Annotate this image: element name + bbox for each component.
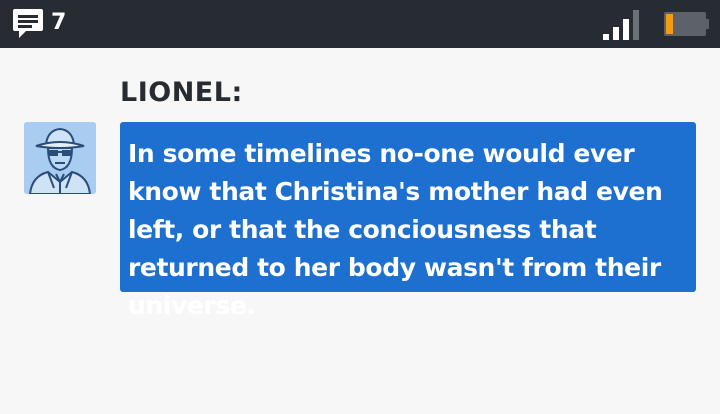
status-bar: 7: [0, 0, 720, 48]
signal-strength-icon: [603, 10, 639, 40]
character-portrait-icon: [24, 122, 96, 194]
speaker-name: LIONEL:: [120, 77, 243, 108]
dialogue-bubble[interactable]: In some timelines no-one would ever know…: [120, 122, 696, 320]
message-icon[interactable]: [12, 7, 44, 40]
dialogue-text: In some timelines no-one would ever know…: [128, 139, 663, 320]
battery-low-icon: [664, 12, 709, 36]
notification-count: 7: [51, 10, 67, 35]
